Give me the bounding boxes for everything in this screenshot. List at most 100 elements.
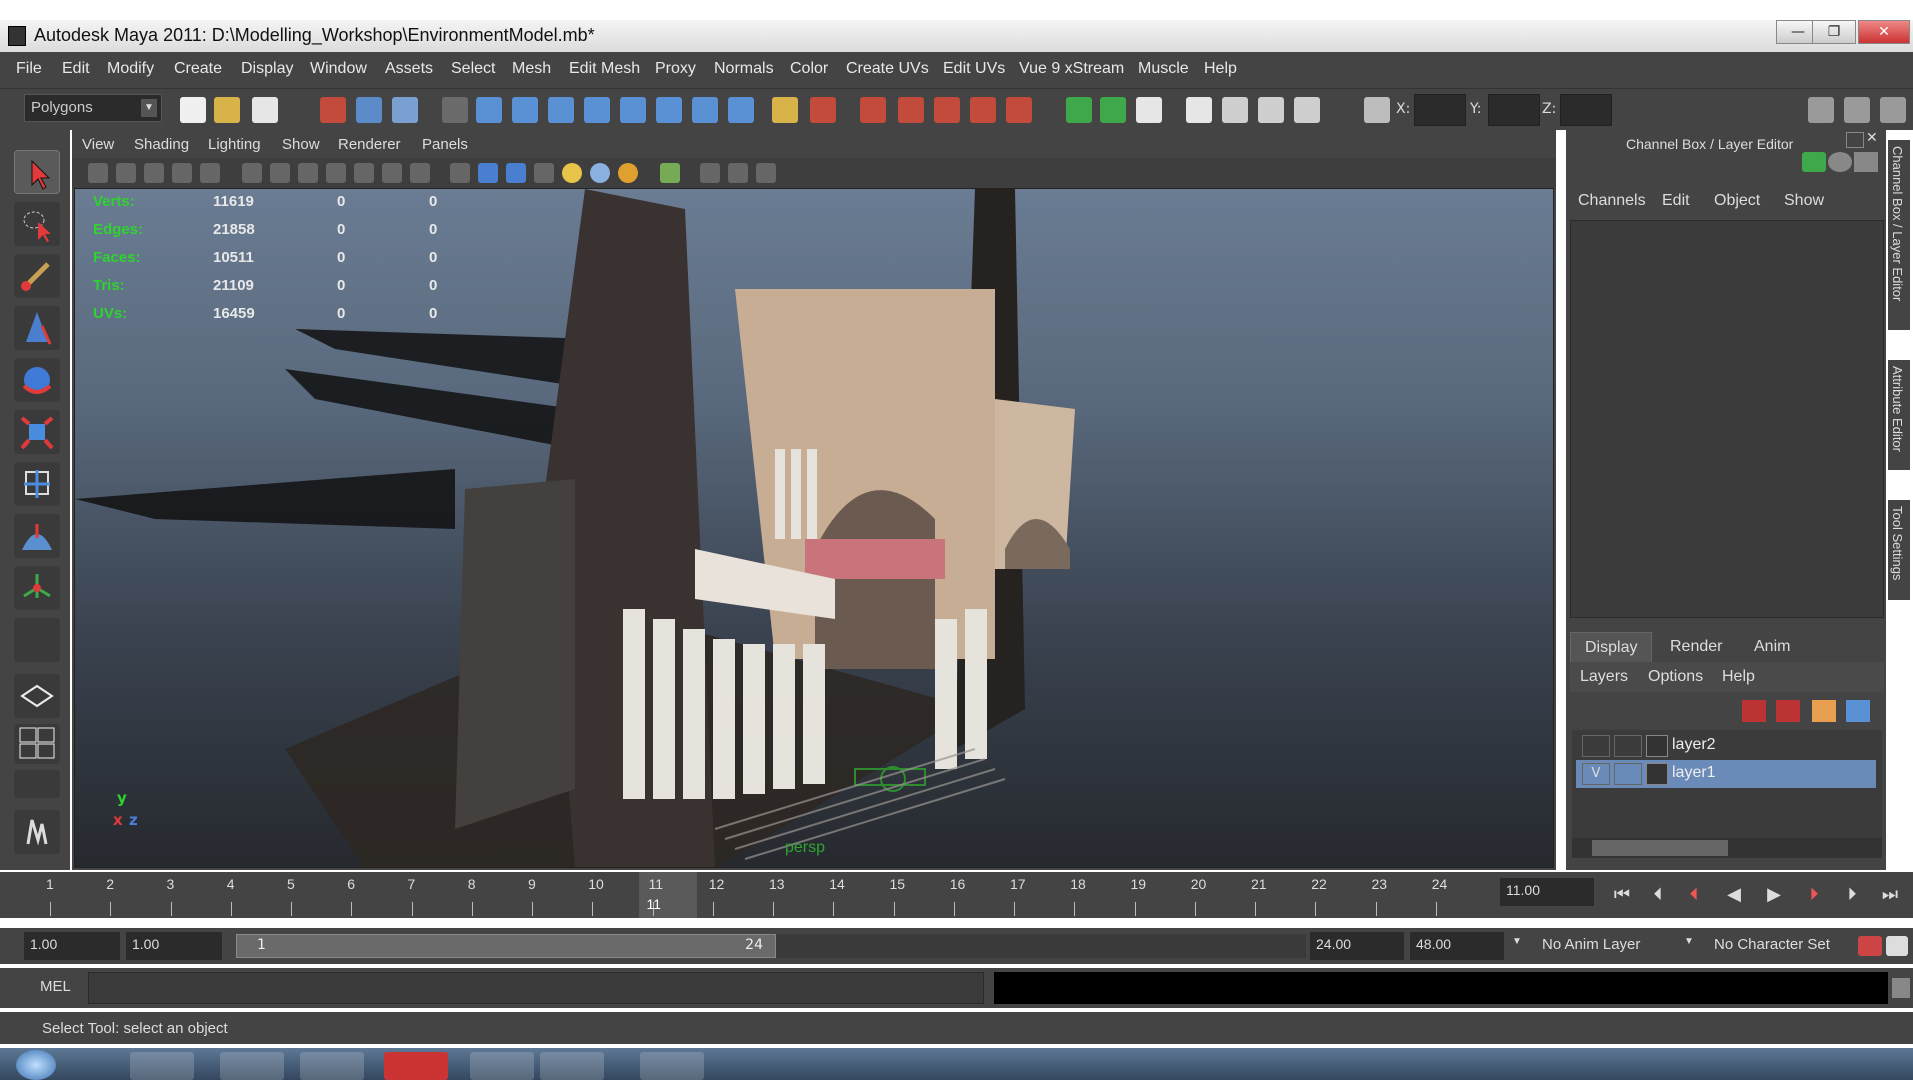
layer-help-menu[interactable]: Help	[1722, 668, 1755, 686]
last-tool-slot[interactable]	[14, 618, 60, 662]
menu-edit-uvs[interactable]: Edit UVs	[943, 60, 1005, 78]
show-manipulator-icon[interactable]	[14, 566, 60, 610]
menu-select[interactable]: Select	[451, 60, 495, 78]
layer-tab-display[interactable]: Display	[1570, 632, 1653, 662]
layer-visibility-toggle[interactable]: V	[1582, 763, 1610, 785]
auto-key-icon[interactable]	[1858, 936, 1882, 956]
taskbar-app-5[interactable]	[470, 1052, 534, 1080]
layer-row-layer1[interactable]: V layer1	[1576, 760, 1876, 788]
playback-start-field[interactable]: 1.00	[126, 932, 222, 960]
render-view-icon[interactable]	[1186, 97, 1212, 123]
step-forward-frame-icon[interactable]: ⏵	[1838, 882, 1866, 908]
play-forward-icon[interactable]: ▶	[1760, 882, 1788, 908]
step-back-key-icon[interactable]: ⏴	[1680, 882, 1708, 908]
layer-type-toggle[interactable]	[1614, 735, 1642, 757]
high-quality-icon[interactable]	[618, 163, 638, 183]
transform-field-icon[interactable]	[1364, 97, 1390, 123]
menu-vue-xstream[interactable]: Vue 9 xStream	[1019, 60, 1124, 78]
step-forward-key-icon[interactable]: ⏵	[1800, 882, 1828, 908]
character-set-dropdown[interactable]: ▼ No Character Set	[1684, 932, 1864, 960]
pick-mask-icon[interactable]	[442, 97, 468, 123]
layer-tab-anim[interactable]: Anim	[1740, 632, 1804, 662]
animation-preferences-icon[interactable]	[1886, 936, 1908, 956]
layout-outliner-icon[interactable]	[14, 770, 60, 798]
two-d-pan-icon[interactable]	[200, 163, 220, 183]
construction-history-icon[interactable]	[1136, 97, 1162, 123]
menu-color[interactable]: Color	[790, 60, 828, 78]
panel-menu-shading[interactable]: Shading	[134, 136, 189, 153]
layer-visibility-toggle[interactable]	[1582, 735, 1610, 757]
taskbar-app-maya[interactable]	[540, 1052, 604, 1080]
move-layer-up-icon[interactable]	[1742, 700, 1766, 722]
render-current-icon[interactable]	[1222, 97, 1248, 123]
menu-edit[interactable]: Edit	[62, 60, 90, 78]
camera-attributes-icon[interactable]	[116, 163, 136, 183]
channels-edit-menu[interactable]: Edit	[1662, 192, 1690, 210]
layers-menu[interactable]: Layers	[1580, 668, 1628, 686]
close-button[interactable]: ✕	[1858, 20, 1910, 44]
go-to-end-icon[interactable]: ⏭	[1876, 882, 1904, 908]
command-input[interactable]	[88, 972, 984, 1004]
menu-proxy[interactable]: Proxy	[655, 60, 696, 78]
layer-list-scrollbar[interactable]	[1572, 838, 1882, 858]
layer-color-swatch[interactable]	[1646, 763, 1668, 785]
highlight-selection-icon[interactable]	[810, 97, 836, 123]
channel-box-toggle-icon[interactable]	[1828, 152, 1852, 172]
select-face-icon[interactable]	[548, 97, 574, 123]
xray-active-components-icon[interactable]	[756, 163, 776, 183]
isolate-select-icon[interactable]	[660, 163, 680, 183]
magnet-icon[interactable]	[1006, 97, 1032, 123]
layer-row-layer2[interactable]: layer2	[1576, 732, 1876, 760]
select-handle-icon[interactable]	[692, 97, 718, 123]
side-tab-channel-box[interactable]: Channel Box / Layer Editor	[1888, 140, 1910, 330]
command-language-label[interactable]: MEL	[40, 978, 71, 995]
menu-set-dropdown[interactable]: Polygons ▼	[24, 94, 162, 122]
taskbar-app-1[interactable]	[130, 1052, 194, 1080]
playback-end-field[interactable]: 24.00	[1310, 932, 1404, 960]
select-edge-icon[interactable]	[512, 97, 538, 123]
safe-title-icon[interactable]	[410, 163, 430, 183]
menu-file[interactable]: File	[16, 60, 42, 78]
show-hide-attribute-editor-icon[interactable]	[1808, 97, 1834, 123]
bookmarks-icon[interactable]	[144, 163, 164, 183]
select-uv-icon[interactable]	[584, 97, 610, 123]
start-button-icon[interactable]	[16, 1050, 56, 1080]
channels-menu[interactable]: Channels	[1578, 192, 1646, 210]
select-tool-icon[interactable]	[14, 150, 60, 194]
menu-modify[interactable]: Modify	[107, 60, 154, 78]
layer-options-menu[interactable]: Options	[1648, 668, 1703, 686]
channel-box-pin-icon[interactable]	[1854, 152, 1878, 172]
menu-window[interactable]: Window	[310, 60, 367, 78]
menu-normals[interactable]: Normals	[714, 60, 774, 78]
new-layer-icon[interactable]	[1812, 700, 1836, 722]
select-hierarchy-icon[interactable]	[320, 97, 346, 123]
taskbar-app-6[interactable]	[640, 1052, 704, 1080]
menu-mesh[interactable]: Mesh	[512, 60, 551, 78]
lock-selection-icon[interactable]	[772, 97, 798, 123]
film-gate-icon[interactable]	[270, 163, 290, 183]
panel-menu-lighting[interactable]: Lighting	[208, 136, 261, 153]
anim-layer-dropdown[interactable]: ▼ No Anim Layer	[1512, 932, 1672, 960]
xray-joints-icon[interactable]	[728, 163, 748, 183]
ipr-render-icon[interactable]	[1258, 97, 1284, 123]
select-component-icon[interactable]	[392, 97, 418, 123]
wireframe-icon[interactable]	[450, 163, 470, 183]
close-panel-icon[interactable]: ✕	[1866, 130, 1884, 146]
y-field[interactable]	[1488, 94, 1540, 126]
layer-tab-render[interactable]: Render	[1656, 632, 1736, 662]
universal-manipulator-icon[interactable]	[14, 462, 60, 506]
gate-mask-icon[interactable]	[326, 163, 346, 183]
layout-four-pane-icon[interactable]	[14, 724, 60, 764]
textured-icon[interactable]	[534, 163, 554, 183]
xray-icon[interactable]	[700, 163, 720, 183]
select-vertex-icon[interactable]	[476, 97, 502, 123]
new-layer-selected-icon[interactable]	[1846, 700, 1870, 722]
smooth-shade-icon[interactable]	[478, 163, 498, 183]
snap-plane-icon[interactable]	[970, 97, 996, 123]
help-question-icon[interactable]	[728, 97, 754, 123]
snap-curve-icon[interactable]	[898, 97, 924, 123]
select-camera-icon[interactable]	[88, 163, 108, 183]
layer-type-toggle[interactable]	[1614, 763, 1642, 785]
move-tool-icon[interactable]	[14, 306, 60, 350]
resolution-gate-icon[interactable]	[298, 163, 318, 183]
